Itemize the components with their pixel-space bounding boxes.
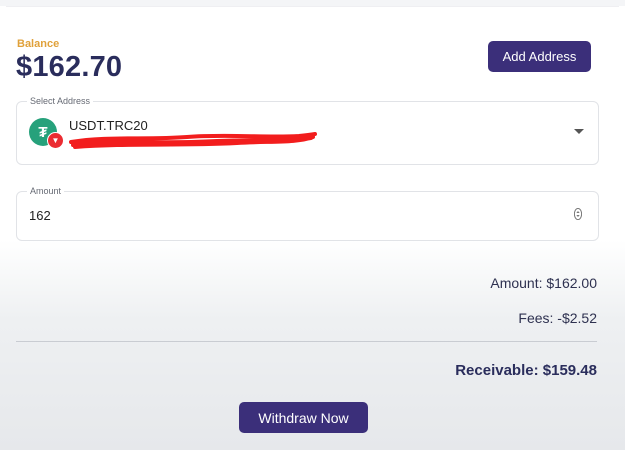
summary-receivable: Receivable: $159.48 [455, 362, 597, 379]
redaction-scribble [69, 132, 317, 149]
amount-label: Amount [27, 186, 65, 196]
balance-value: $162.70 [16, 51, 123, 83]
withdraw-now-button[interactable]: Withdraw Now [239, 402, 368, 433]
add-address-button[interactable]: Add Address [488, 41, 591, 72]
summary-fees: Fees: -$2.52 [518, 310, 597, 326]
balance-label: Balance [17, 38, 60, 50]
amount-field[interactable]: Amount [16, 186, 599, 241]
amount-input[interactable] [29, 206, 549, 224]
select-address-label: Select Address [27, 96, 94, 106]
chevron-down-icon[interactable] [574, 129, 584, 134]
number-stepper-icon[interactable] [574, 208, 582, 220]
summary-divider [16, 341, 597, 342]
tron-icon: ▼ [47, 132, 64, 149]
select-address-dropdown[interactable]: Select Address ₮ ▼ USDT.TRC20 [16, 96, 599, 165]
summary-amount: Amount: $162.00 [490, 275, 597, 291]
